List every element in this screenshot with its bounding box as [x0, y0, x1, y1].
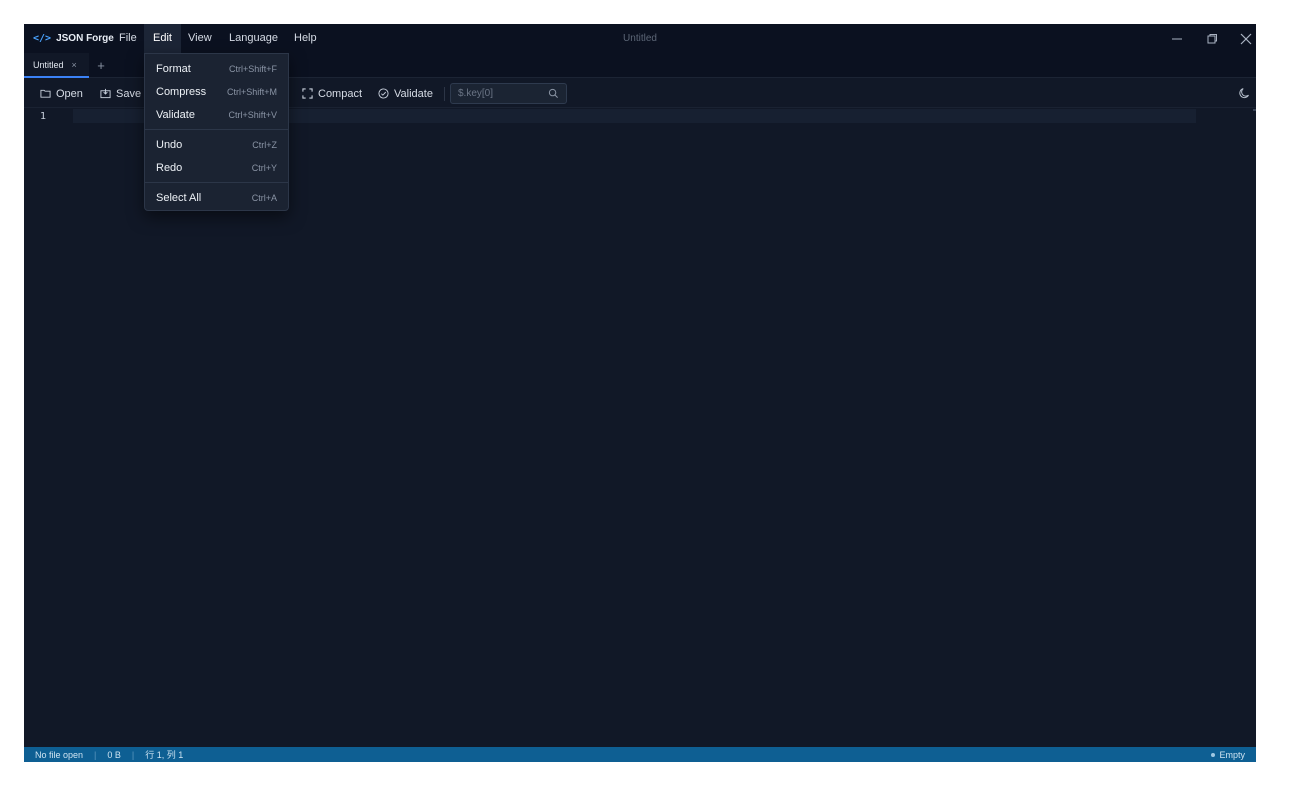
menu-item-shortcut: Ctrl+Y — [251, 162, 277, 173]
status-state: Empty — [1211, 747, 1245, 762]
scrollbar[interactable] — [1253, 109, 1256, 111]
menu-item-compress[interactable]: Compress Ctrl+Shift+M — [145, 80, 288, 103]
menu-view[interactable]: View — [179, 24, 221, 53]
status-size: 0 B — [107, 749, 121, 760]
toolbar-divider — [444, 87, 445, 101]
menu-item-undo[interactable]: Undo Ctrl+Z — [145, 133, 288, 156]
menu-item-shortcut: Ctrl+Z — [252, 139, 277, 150]
check-circle-icon — [378, 88, 389, 99]
save-button[interactable]: Save — [100, 79, 141, 108]
menu-item-label: Select All — [156, 191, 202, 204]
menu-item-label: Format — [156, 62, 191, 75]
status-dot-icon — [1211, 752, 1216, 757]
menu-language[interactable]: Language — [220, 24, 287, 53]
menu-item-select-all[interactable]: Select All Ctrl+A — [145, 186, 288, 209]
menu-divider — [145, 182, 288, 183]
search-icon[interactable] — [548, 88, 559, 99]
edit-dropdown-menu: Format Ctrl+Shift+F Compress Ctrl+Shift+… — [144, 53, 289, 211]
jsonpath-input[interactable] — [458, 84, 548, 103]
menu-item-format[interactable]: Format Ctrl+Shift+F — [145, 57, 288, 80]
compact-label: Compact — [318, 87, 363, 100]
save-label: Save — [116, 87, 142, 100]
menu-file[interactable]: File — [110, 24, 146, 53]
status-file: No file open — [35, 749, 84, 760]
close-icon — [1240, 33, 1252, 44]
status-state-label: Empty — [1219, 749, 1245, 760]
new-tab-button[interactable]: + — [94, 53, 108, 78]
status-bar: No file open | 0 B | 行 1, 列 1 Empty — [24, 747, 1256, 762]
validate-button[interactable]: Validate — [378, 79, 433, 108]
menu-edit[interactable]: Edit — [144, 24, 181, 53]
status-position: 行 1, 列 1 — [145, 750, 184, 760]
moon-icon[interactable] — [1238, 86, 1252, 100]
app-brand: </> JSON Forge — [33, 24, 114, 53]
compact-button[interactable]: Compact — [302, 79, 362, 108]
tab-label: Untitled — [33, 59, 64, 70]
menu-divider — [145, 129, 288, 130]
menu-item-shortcut: Ctrl+Shift+V — [228, 109, 277, 120]
menu-item-label: Compress — [156, 85, 207, 98]
compact-icon — [302, 88, 313, 99]
menu-item-label: Validate — [156, 108, 195, 121]
minimize-button[interactable] — [1160, 24, 1194, 53]
menu-item-redo[interactable]: Redo Ctrl+Y — [145, 156, 288, 179]
menu-help[interactable]: Help — [285, 24, 326, 53]
open-label: Open — [56, 87, 83, 100]
app-window: </> JSON Forge File Edit View Language H… — [24, 24, 1256, 762]
validate-label: Validate — [394, 87, 433, 100]
menu-item-shortcut: Ctrl+A — [251, 192, 277, 203]
menu-item-shortcut: Ctrl+Shift+M — [226, 86, 277, 97]
menu-item-label: Undo — [156, 138, 183, 151]
title-bar: </> JSON Forge File Edit View Language H… — [24, 24, 1256, 53]
app-name: JSON Forge — [56, 33, 114, 44]
maximize-icon — [1207, 33, 1217, 43]
line-number: 1 — [40, 111, 47, 122]
open-button[interactable]: Open — [40, 79, 83, 108]
save-icon — [100, 88, 111, 99]
folder-icon — [40, 89, 51, 98]
menu-item-validate[interactable]: Validate Ctrl+Shift+V — [145, 103, 288, 126]
menu-item-label: Redo — [156, 161, 183, 174]
minimize-icon — [1172, 38, 1182, 39]
jsonpath-search — [450, 83, 567, 104]
maximize-button[interactable] — [1195, 24, 1229, 53]
tab-close-icon[interactable]: × — [72, 60, 77, 70]
menu-item-shortcut: Ctrl+Shift+F — [228, 63, 277, 74]
close-window-button[interactable] — [1229, 24, 1256, 53]
code-brackets-icon: </> — [33, 33, 52, 44]
tab-untitled[interactable]: Untitled × — [24, 53, 89, 78]
